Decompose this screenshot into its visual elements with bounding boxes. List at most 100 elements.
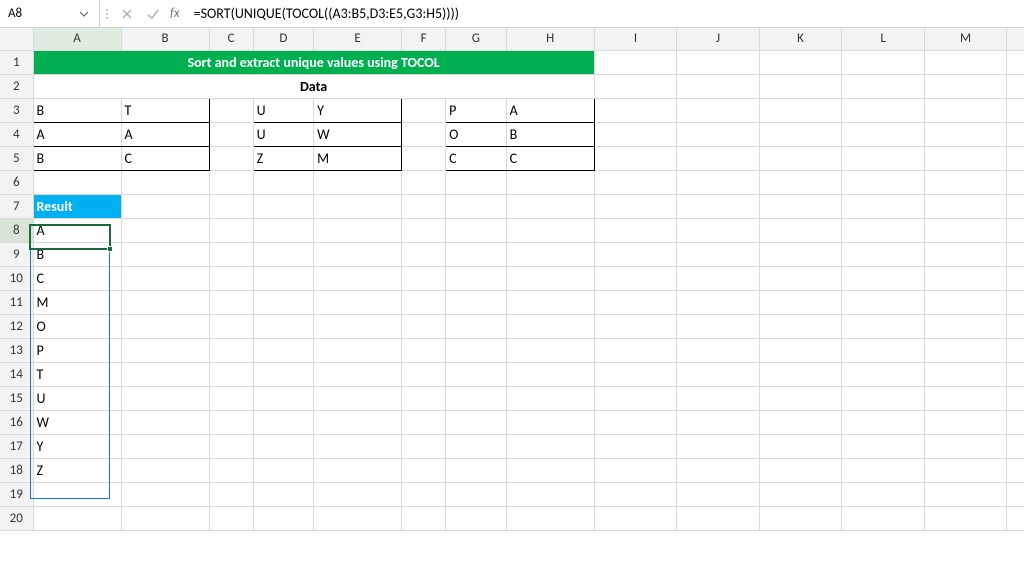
- cell[interactable]: [594, 482, 677, 506]
- cell[interactable]: [677, 410, 760, 434]
- cell[interactable]: U: [253, 122, 314, 146]
- cell[interactable]: [594, 122, 677, 146]
- cell[interactable]: [594, 146, 677, 170]
- cell[interactable]: A: [506, 98, 594, 122]
- cell[interactable]: [209, 290, 253, 314]
- cell[interactable]: [842, 122, 925, 146]
- cell[interactable]: [1007, 170, 1024, 194]
- cell[interactable]: [121, 242, 209, 266]
- cell[interactable]: [677, 74, 760, 98]
- cell[interactable]: [314, 434, 402, 458]
- confirm-icon[interactable]: [140, 0, 166, 27]
- col-header[interactable]: N: [1007, 28, 1024, 50]
- cell[interactable]: [253, 362, 314, 386]
- cell[interactable]: B: [506, 122, 594, 146]
- cell[interactable]: [253, 506, 314, 530]
- row-header[interactable]: 1: [0, 50, 33, 74]
- cell[interactable]: [121, 194, 209, 218]
- cell[interactable]: [1007, 386, 1024, 410]
- cell[interactable]: [759, 146, 842, 170]
- row-header[interactable]: 7: [0, 194, 33, 218]
- cell[interactable]: [314, 458, 402, 482]
- cell[interactable]: [759, 290, 842, 314]
- cell[interactable]: [677, 506, 760, 530]
- cell[interactable]: [253, 458, 314, 482]
- cell[interactable]: [677, 50, 760, 74]
- cell[interactable]: [677, 146, 760, 170]
- cell[interactable]: [842, 362, 925, 386]
- cell[interactable]: [842, 482, 925, 506]
- cell[interactable]: [1007, 482, 1024, 506]
- cell[interactable]: [33, 482, 121, 506]
- col-header[interactable]: H: [506, 28, 594, 50]
- cell[interactable]: [677, 290, 760, 314]
- cell[interactable]: [209, 194, 253, 218]
- col-header[interactable]: L: [842, 28, 925, 50]
- cell[interactable]: [209, 170, 253, 194]
- name-box[interactable]: A8: [0, 0, 100, 27]
- cell[interactable]: [759, 338, 842, 362]
- cell[interactable]: [759, 410, 842, 434]
- cell[interactable]: P: [33, 338, 121, 362]
- cell[interactable]: [506, 170, 594, 194]
- row-header[interactable]: 15: [0, 386, 33, 410]
- cell[interactable]: [446, 242, 507, 266]
- col-header[interactable]: J: [677, 28, 760, 50]
- cell[interactable]: [209, 266, 253, 290]
- col-header[interactable]: E: [314, 28, 402, 50]
- cell[interactable]: [1007, 506, 1024, 530]
- cell[interactable]: [314, 410, 402, 434]
- cell[interactable]: [446, 386, 507, 410]
- cell[interactable]: [842, 434, 925, 458]
- cell[interactable]: [842, 74, 925, 98]
- cell[interactable]: [842, 194, 925, 218]
- cell[interactable]: [121, 170, 209, 194]
- cell[interactable]: [924, 218, 1007, 242]
- row-header[interactable]: 17: [0, 434, 33, 458]
- cell[interactable]: [1007, 362, 1024, 386]
- cell[interactable]: [209, 458, 253, 482]
- cell[interactable]: [314, 170, 402, 194]
- col-header[interactable]: M: [924, 28, 1007, 50]
- cell[interactable]: [759, 122, 842, 146]
- cell[interactable]: [594, 74, 677, 98]
- cell[interactable]: [677, 434, 760, 458]
- row-header[interactable]: 4: [0, 122, 33, 146]
- cell[interactable]: [677, 338, 760, 362]
- row-header[interactable]: 10: [0, 266, 33, 290]
- cell[interactable]: [446, 506, 507, 530]
- cell[interactable]: [924, 482, 1007, 506]
- cell[interactable]: [1007, 338, 1024, 362]
- cell[interactable]: [594, 410, 677, 434]
- row-header[interactable]: 19: [0, 482, 33, 506]
- cell[interactable]: [314, 386, 402, 410]
- formula-input[interactable]: [188, 0, 1024, 27]
- cell[interactable]: [402, 218, 446, 242]
- cell[interactable]: [842, 170, 925, 194]
- cell[interactable]: [446, 218, 507, 242]
- cell[interactable]: [121, 458, 209, 482]
- cell[interactable]: [209, 362, 253, 386]
- cell[interactable]: [506, 482, 594, 506]
- cell[interactable]: P: [446, 98, 507, 122]
- cell[interactable]: [506, 314, 594, 338]
- cell[interactable]: [594, 194, 677, 218]
- cell[interactable]: Z: [33, 458, 121, 482]
- cell[interactable]: [1007, 266, 1024, 290]
- cell[interactable]: [924, 458, 1007, 482]
- cell[interactable]: [253, 242, 314, 266]
- cell[interactable]: [121, 290, 209, 314]
- row-header[interactable]: 6: [0, 170, 33, 194]
- cell[interactable]: B: [33, 242, 121, 266]
- cell[interactable]: [1007, 218, 1024, 242]
- cell[interactable]: [594, 506, 677, 530]
- cell[interactable]: U: [253, 98, 314, 122]
- cell[interactable]: [759, 362, 842, 386]
- cell[interactable]: [1007, 74, 1024, 98]
- cell[interactable]: A: [121, 122, 209, 146]
- cell[interactable]: [446, 410, 507, 434]
- cell[interactable]: [759, 458, 842, 482]
- cell[interactable]: [842, 290, 925, 314]
- cell[interactable]: [924, 410, 1007, 434]
- cell[interactable]: T: [121, 98, 209, 122]
